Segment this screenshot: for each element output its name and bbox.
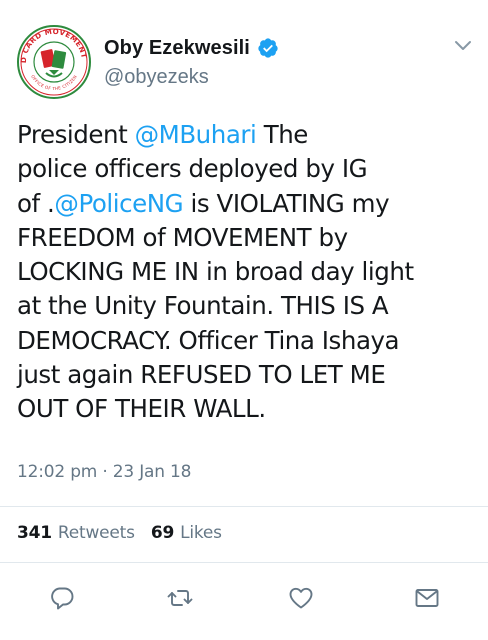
- retweets-stat[interactable]: 341 Retweets: [17, 523, 135, 543]
- tweet-text-segment: OUT OF THEIR WALL.: [17, 394, 266, 424]
- tweet-line: FREEDOM of MOVEMENT by: [17, 221, 477, 255]
- tweet-line: DEMOCRACY. Officer Tina Ishaya: [17, 324, 477, 358]
- tweet-text: President @MBuhari The police officers de…: [17, 118, 477, 427]
- tweet-line: OUT OF THEIR WALL.: [17, 392, 477, 426]
- tweet-text-segment: police officers deployed by IG: [17, 154, 368, 184]
- retweet-icon: [167, 590, 193, 606]
- mention-link[interactable]: @PoliceNG: [54, 189, 183, 218]
- heart-icon: [289, 587, 313, 609]
- likes-count: 69: [150, 523, 175, 543]
- tweet-text-segment: FREEDOM of MOVEMENT by: [17, 222, 348, 252]
- chevron-down-icon[interactable]: [452, 34, 474, 56]
- tweet-text-segment: DEMOCRACY. Officer Tina Ishaya: [17, 325, 400, 355]
- name-row: Oby Ezekwesili: [104, 36, 279, 60]
- tweet-line: police officers deployed by IG: [17, 152, 477, 186]
- retweet-button[interactable]: [166, 584, 194, 612]
- tweet-line: just again REFUSED TO LET ME: [17, 358, 477, 392]
- likes-stat[interactable]: 69 Likes: [151, 523, 222, 543]
- tweet-text-segment: at the Unity Fountain. THIS IS A: [17, 291, 389, 321]
- tweet-text-segment: of .: [17, 188, 55, 218]
- display-name[interactable]: Oby Ezekwesili: [104, 37, 250, 60]
- tweet-line: at the Unity Fountain. THIS IS A: [17, 289, 477, 323]
- tweet-line: LOCKING ME IN in broad day light: [17, 255, 477, 289]
- reply-button[interactable]: [48, 584, 76, 612]
- avatar[interactable]: RED CARD MOVEMENT NG OFFICE OF THE CITIZ…: [16, 24, 92, 100]
- tweet-line: President @MBuhari The: [17, 118, 477, 152]
- tweet-text-segment: just again REFUSED TO LET ME: [17, 360, 386, 390]
- direct-message-button[interactable]: [413, 584, 441, 612]
- reply-icon: [51, 587, 74, 610]
- tweet-text-segment: is VIOLATING my: [183, 188, 390, 218]
- author-block[interactable]: Oby Ezekwesili @obyezeks: [104, 36, 279, 89]
- divider: [0, 562, 488, 563]
- tweet-header: RED CARD MOVEMENT NG OFFICE OF THE CITIZ…: [0, 0, 488, 110]
- handle[interactable]: @obyezeks: [104, 66, 279, 89]
- red-card-movement-logo: RED CARD MOVEMENT NG OFFICE OF THE CITIZ…: [16, 24, 91, 99]
- engagement-stats: 341 Retweets 69 Likes: [17, 523, 222, 543]
- likes-label: Likes: [180, 523, 222, 543]
- envelope-icon: [415, 589, 439, 607]
- tweet-text-segment: LOCKING ME IN in broad day light: [17, 257, 414, 287]
- tweet-text-segment: President: [17, 120, 135, 149]
- mention-link[interactable]: @MBuhari: [135, 120, 257, 149]
- tweet-text-segment: The: [256, 120, 309, 149]
- retweets-label: Retweets: [57, 523, 135, 543]
- verified-badge-icon: [257, 37, 279, 59]
- like-button[interactable]: [287, 584, 315, 612]
- retweets-count: 341: [17, 523, 52, 543]
- divider: [0, 506, 488, 507]
- tweet-line: of .@PoliceNG is VIOLATING my: [17, 187, 477, 221]
- action-bar: [0, 578, 488, 618]
- timestamp[interactable]: 12:02 pm · 23 Jan 18: [17, 462, 191, 482]
